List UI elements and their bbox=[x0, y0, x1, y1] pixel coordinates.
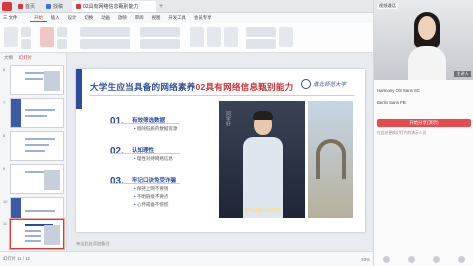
list-buttons[interactable] bbox=[140, 27, 180, 37]
layout-button[interactable] bbox=[57, 27, 67, 37]
menu-item-animation[interactable]: 动画 bbox=[97, 15, 114, 21]
tab-find[interactable]: 找稿 bbox=[42, 1, 70, 12]
camera-icon[interactable] bbox=[408, 256, 415, 263]
title-divider bbox=[90, 95, 355, 96]
slideshow-button[interactable] bbox=[279, 27, 293, 47]
mic-icon[interactable] bbox=[383, 256, 390, 263]
insert-group bbox=[190, 27, 238, 49]
point-03[interactable]: 03.牢记口诀免受诈骗 保持上网不要钱 不明链接不要点 心怀戒备不惊慌 bbox=[110, 171, 180, 207]
speaker-name: 主讲人 bbox=[454, 71, 471, 77]
font-option[interactable]: Berlin Sans FB bbox=[377, 100, 406, 105]
point-bullet: 不明链接不要点 bbox=[134, 194, 169, 200]
person-figure bbox=[243, 111, 283, 218]
slide-thumbnail-selected[interactable]: 11 bbox=[3, 218, 65, 250]
menu-item-view[interactable]: 视图 bbox=[148, 15, 165, 21]
font-group bbox=[80, 27, 130, 49]
presentation-app: 首页 找稿 02具有网络信息甄别能力 + 三 文件 开始 插入 设计 切换 动画… bbox=[0, 0, 473, 266]
ribbon-toolbar bbox=[0, 23, 373, 53]
point-bullet: 保持上网不要钱 bbox=[134, 186, 169, 192]
point-bullet: 剔除低质的数据资源 bbox=[134, 126, 178, 132]
select-button[interactable] bbox=[246, 39, 276, 49]
menu-item-developer[interactable]: 开发工具 bbox=[164, 15, 190, 21]
notes-placeholder[interactable]: 单击此处添加备注 bbox=[67, 241, 373, 248]
copy-button[interactable] bbox=[21, 39, 31, 49]
current-slide[interactable]: 大学生应当具备的网络素养02具有网络信息甄别能力 淮北师范大学 01. 有效筛选数… bbox=[76, 69, 365, 232]
arrange-button[interactable] bbox=[224, 27, 238, 47]
tab-outline[interactable]: 大纲 bbox=[4, 55, 13, 61]
new-slide-button[interactable] bbox=[40, 27, 54, 47]
clipboard-group bbox=[4, 27, 31, 49]
meeting-panel: 视频通话 主讲人 Harmony OS Sans SC Berlin Sans … bbox=[373, 0, 473, 266]
tab-bar: 首页 找稿 02具有网络信息甄别能力 + bbox=[0, 0, 373, 13]
more-icon[interactable] bbox=[458, 256, 465, 263]
university-logo: 淮北师范大学 bbox=[301, 78, 355, 89]
presenter-photo[interactable]: 同学好 老师好我叫何同学 bbox=[219, 101, 305, 218]
tab-active-document[interactable]: 02具有网络信息甄别能力 bbox=[72, 0, 156, 12]
photo-caption: 老师好我叫何同学 bbox=[243, 208, 281, 213]
font-option[interactable]: Harmony OS Sans SC bbox=[377, 88, 420, 93]
doc-icon bbox=[46, 3, 51, 9]
share-icon[interactable] bbox=[433, 256, 440, 263]
share-presentation-button[interactable]: 开始分享(演示) bbox=[377, 119, 471, 127]
shape-button[interactable] bbox=[207, 27, 221, 47]
menu-item-slideshow[interactable]: 放映 bbox=[114, 15, 131, 21]
edit-group bbox=[246, 27, 293, 49]
point-bullet: 心怀戒备不惊慌 bbox=[134, 202, 169, 208]
menu-item-insert[interactable]: 插入 bbox=[47, 15, 64, 21]
video-feed[interactable]: 视频通话 主讲人 bbox=[374, 0, 473, 80]
find-button[interactable] bbox=[246, 27, 276, 37]
point-bullet: 理性对待网络信息 bbox=[134, 156, 173, 162]
menu-item-member[interactable]: 会员专享 bbox=[190, 15, 216, 21]
sidebar-tabs: 大纲 幻灯片 bbox=[0, 53, 66, 62]
paragraph-group bbox=[140, 27, 180, 49]
menu-item-review[interactable]: 审阅 bbox=[131, 15, 148, 21]
slide-thumbnail-panel: 大纲 幻灯片 6 7 8 9 10 11 bbox=[0, 53, 67, 251]
cut-button[interactable] bbox=[21, 27, 31, 37]
slide-counter: 幻灯片 11 / 12 bbox=[3, 256, 30, 261]
slide-title[interactable]: 大学生应当具备的网络素养02具有网络信息甄别能力 bbox=[90, 81, 293, 93]
menu-bar: 三 文件 开始 插入 设计 切换 动画 放映 审阅 视图 开发工具 会员专享 bbox=[0, 13, 373, 23]
university-seal-icon bbox=[301, 78, 311, 89]
campus-gate-photo[interactable] bbox=[308, 101, 353, 218]
gate-arch-shape bbox=[316, 139, 346, 179]
panel-actions bbox=[374, 256, 473, 263]
zoom-level[interactable]: 93% bbox=[361, 257, 370, 262]
font-family-select[interactable] bbox=[80, 27, 130, 37]
menu-item-transition[interactable]: 切换 bbox=[80, 15, 97, 21]
share-hint: 在此处更换幻灯片的演示人员 bbox=[377, 131, 427, 135]
slide-thumbnail[interactable]: 7 bbox=[3, 98, 65, 128]
font-style-buttons[interactable] bbox=[80, 39, 130, 49]
video-label: 视频通话 bbox=[377, 3, 398, 9]
menu-item-start[interactable]: 开始 bbox=[30, 15, 47, 22]
tab-home[interactable]: 首页 bbox=[14, 1, 40, 12]
align-buttons[interactable] bbox=[140, 39, 180, 49]
paste-button[interactable] bbox=[4, 27, 18, 47]
reset-button[interactable] bbox=[57, 39, 67, 49]
slide-thumbnail[interactable]: 9 bbox=[3, 164, 65, 194]
point-02[interactable]: 02.认知理性 理性对待网络信息 bbox=[110, 141, 180, 161]
photo-overlay-text: 同学好 bbox=[225, 111, 231, 126]
new-tab-button[interactable]: + bbox=[159, 3, 163, 10]
app-logo-icon[interactable] bbox=[2, 1, 12, 11]
textbox-button[interactable] bbox=[190, 27, 204, 47]
slide-group bbox=[40, 27, 67, 49]
slide-thumbnail[interactable]: 8 bbox=[3, 131, 65, 161]
status-bar: 幻灯片 11 / 12 93% bbox=[0, 251, 373, 266]
menu-item-design[interactable]: 设计 bbox=[64, 15, 81, 21]
title-accent-bar bbox=[76, 69, 82, 109]
file-menu-button[interactable]: 三 文件 bbox=[0, 15, 30, 21]
slides-icon bbox=[76, 3, 81, 9]
tab-slides[interactable]: 幻灯片 bbox=[19, 55, 32, 61]
slide-thumbnail[interactable]: 6 bbox=[3, 65, 65, 95]
slide-canvas: 大学生应当具备的网络素养02具有网络信息甄别能力 淮北师范大学 01. 有效筛选数… bbox=[67, 53, 373, 251]
point-01[interactable]: 01.有效筛选数据 剔除低质的数据资源 bbox=[110, 111, 180, 131]
home-icon bbox=[18, 3, 23, 9]
